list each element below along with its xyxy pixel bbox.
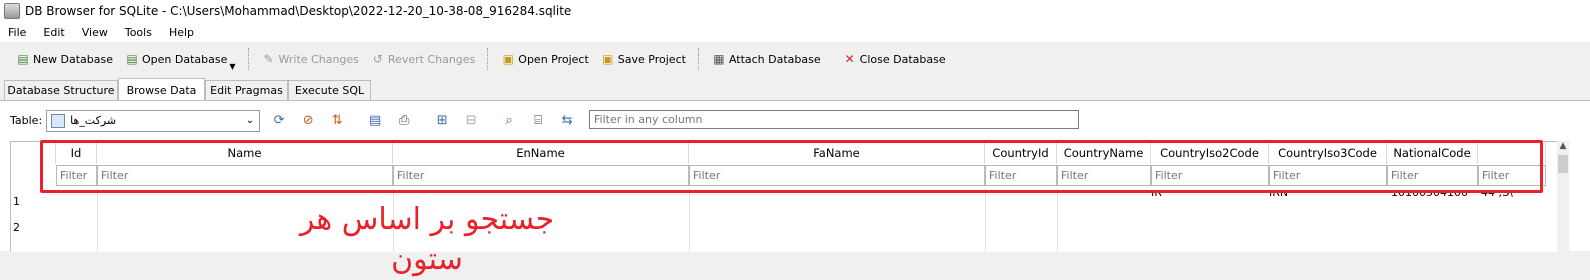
save-project-button[interactable]: ▣ Save Project xyxy=(595,47,692,71)
menu-edit[interactable]: Edit xyxy=(35,26,73,39)
table-select[interactable]: شرکت_ها ⌄ xyxy=(46,109,261,132)
scroll-up-arrow-icon[interactable]: ▲ xyxy=(1557,141,1569,154)
clear-filters-icon[interactable]: ⊘ xyxy=(298,111,318,131)
filter-sort-icon[interactable]: ⇆ xyxy=(557,111,577,131)
database-open-icon: ▤ xyxy=(126,52,138,66)
toolbar-separator xyxy=(487,48,489,70)
attach-database-button[interactable]: ▦ Attach Database xyxy=(706,47,827,71)
refresh-icon[interactable]: ⟳ xyxy=(269,111,289,131)
table-icon xyxy=(51,113,66,128)
scrollbar-thumb[interactable] xyxy=(1558,155,1568,173)
open-project-button[interactable]: ▣ Open Project xyxy=(495,47,595,71)
database-new-icon: ▤ xyxy=(17,52,29,66)
project-save-icon: ▣ xyxy=(602,52,614,66)
window-title: DB Browser for SQLite - C:\Users\Mohamma… xyxy=(25,4,572,18)
annotation-highlight-box xyxy=(40,140,1543,193)
insert-record-icon[interactable]: ⊞ xyxy=(432,111,452,131)
delete-record-icon[interactable]: ⊟ xyxy=(461,111,481,131)
menu-file[interactable]: File xyxy=(0,26,35,39)
new-database-button[interactable]: ▤ New Database xyxy=(10,47,119,71)
project-open-icon: ▣ xyxy=(502,52,514,66)
menu-tools[interactable]: Tools xyxy=(117,26,161,39)
print-icon[interactable]: ⎙ xyxy=(394,111,414,131)
tab-browse-data[interactable]: Browse Data xyxy=(118,78,205,101)
save-results-icon[interactable]: ▤ xyxy=(365,111,385,131)
row-number[interactable]: 2 xyxy=(13,221,20,234)
annotation-text: جستجو بر اساس هر ستون xyxy=(299,202,555,277)
write-changes-button[interactable]: ✎ Write Changes xyxy=(256,47,365,71)
open-database-button[interactable]: ▤ Open Database ▼ xyxy=(119,47,242,71)
title-bar: DB Browser for SQLite - C:\Users\Mohamma… xyxy=(0,0,1590,22)
clear-sorting-icon[interactable]: ⇅ xyxy=(327,111,347,131)
menu-bar: File Edit View Tools Help xyxy=(0,22,1590,42)
column-divider xyxy=(1057,188,1058,252)
toolbar-separator xyxy=(247,48,250,70)
revert-changes-icon: ↺ xyxy=(372,52,383,66)
main-toolbar: ▤ New Database ▤ Open Database ▼ ✎ Write… xyxy=(0,44,1590,74)
close-database-icon: ✕ xyxy=(844,52,855,66)
tab-execute-sql[interactable]: Execute SQL xyxy=(288,80,371,100)
find-icon[interactable]: ⌕ xyxy=(499,111,519,131)
open-database-dropdown-icon[interactable]: ▼ xyxy=(229,62,235,71)
write-changes-icon: ✎ xyxy=(263,52,274,66)
column-divider xyxy=(689,188,690,252)
tab-database-structure[interactable]: Database Structure xyxy=(4,80,118,100)
tab-bar: Database Structure Browse Data Edit Prag… xyxy=(0,78,1590,101)
close-database-button[interactable]: ✕ Close Database xyxy=(837,47,952,71)
column-divider xyxy=(97,188,98,252)
filter-any-column-input[interactable]: Filter in any column xyxy=(589,110,1079,129)
app-database-icon xyxy=(4,3,20,19)
tab-edit-pragmas[interactable]: Edit Pragmas xyxy=(205,80,288,100)
menu-view[interactable]: View xyxy=(74,26,117,39)
table-label: Table: xyxy=(10,114,43,127)
attach-database-icon: ▦ xyxy=(713,52,725,66)
table-select-value: شرکت_ها xyxy=(70,114,117,127)
column-divider xyxy=(985,188,986,252)
revert-changes-button[interactable]: ↺ Revert Changes xyxy=(365,47,481,71)
find-replace-icon[interactable]: ⌸ xyxy=(528,111,548,131)
row-number[interactable]: 1 xyxy=(13,195,20,208)
menu-help[interactable]: Help xyxy=(161,26,203,39)
toolbar-separator xyxy=(697,48,700,70)
chevron-down-icon[interactable]: ⌄ xyxy=(246,115,254,126)
